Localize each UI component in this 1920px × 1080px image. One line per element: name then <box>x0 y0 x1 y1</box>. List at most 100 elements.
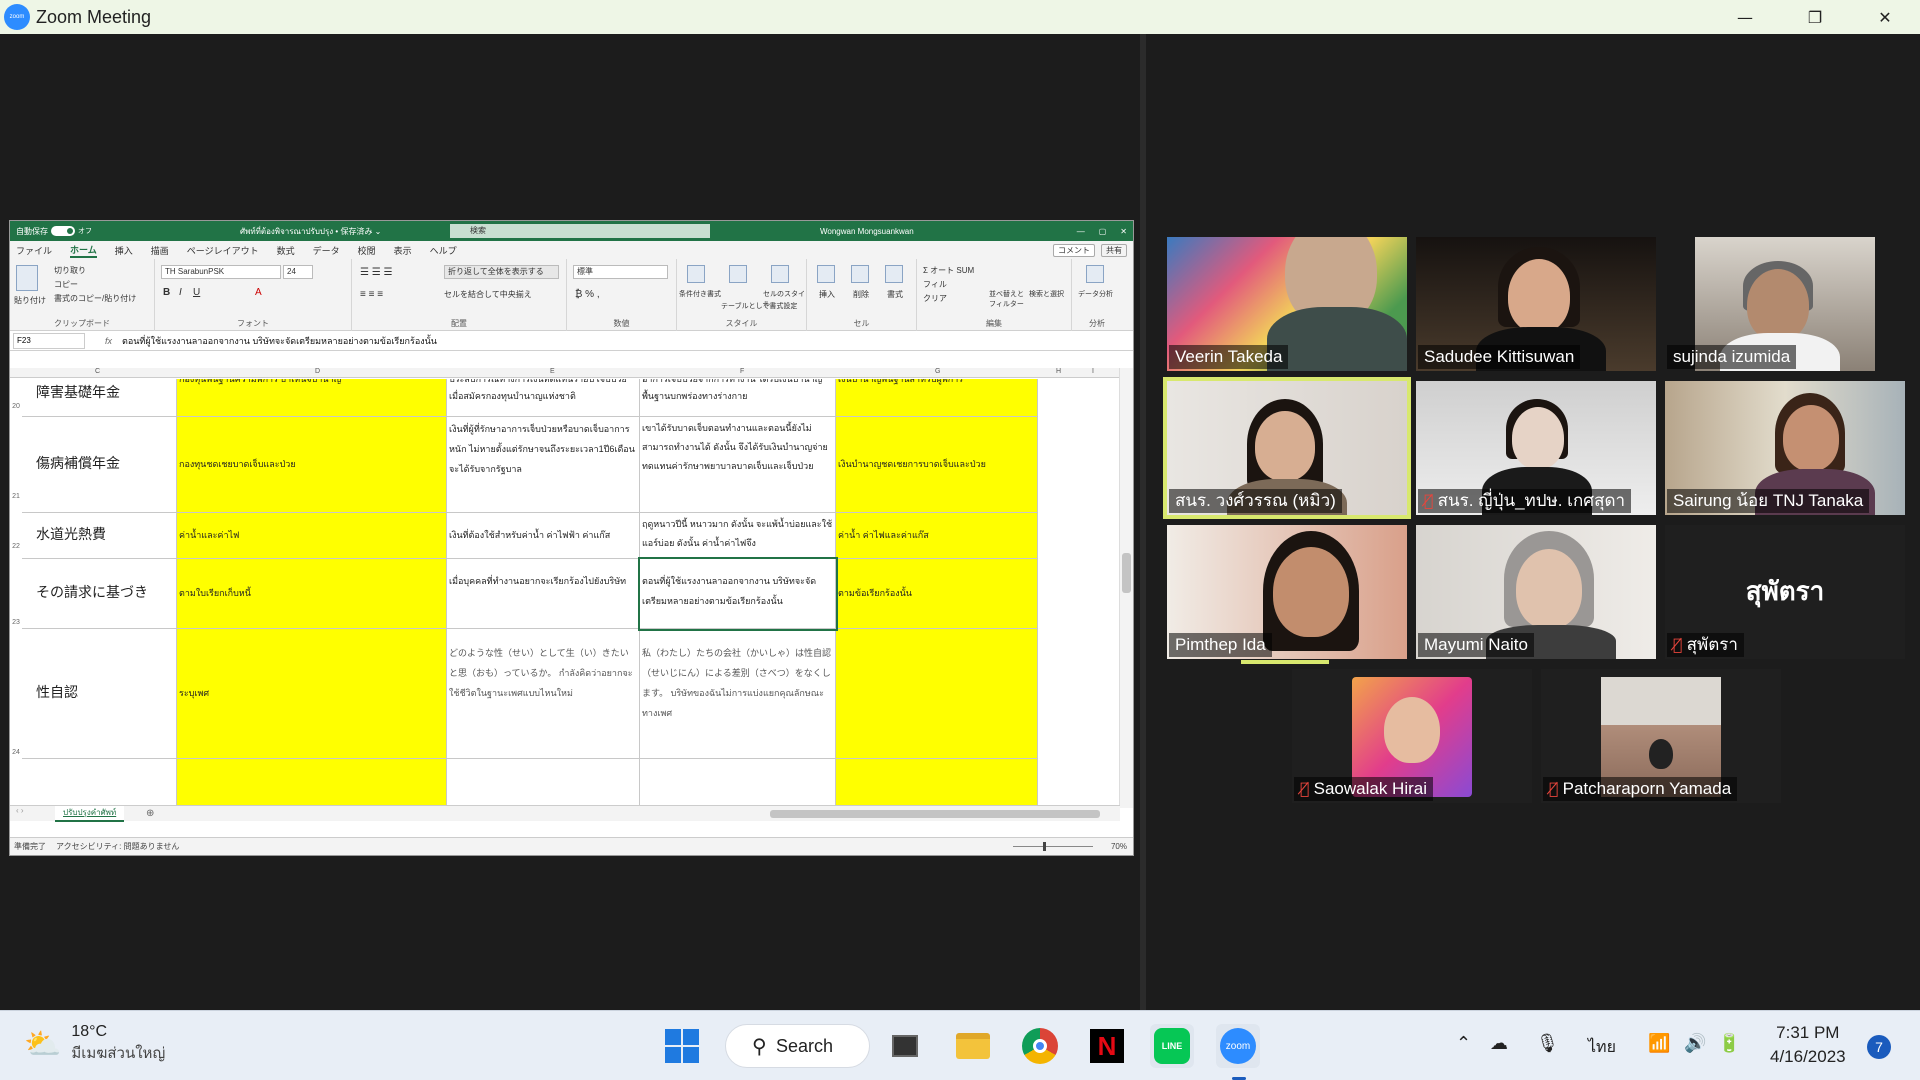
copy-button[interactable]: コピー <box>54 279 78 290</box>
selected-cell[interactable]: ตอนที่ผู้ใช้แรงงานลาออกจากงาน บริษัทจะจั… <box>638 557 838 631</box>
column-header-f[interactable]: F <box>740 368 744 375</box>
zoom-level[interactable]: 70% <box>1111 842 1127 851</box>
underline-icon[interactable]: U <box>193 287 200 298</box>
font-name-select[interactable]: TH SarabunPSK <box>161 265 281 279</box>
table-cell[interactable]: ตามใบเรียกเก็บหนี้ <box>177 559 447 629</box>
excel-close-icon[interactable]: ✕ <box>1120 227 1127 236</box>
table-cell[interactable]: เขาได้รับบาดเจ็บตอนทำงานและตอนนี้ยังไม่ส… <box>640 417 836 513</box>
sheet-tab[interactable]: ปรับปรุงคำศัพท์ <box>55 806 125 822</box>
font-size-select[interactable]: 24 <box>283 265 313 279</box>
row-number[interactable]: 21 <box>10 493 22 500</box>
table-cell[interactable]: ฤดูหนาวปีนี้ หนาวมาก ดังนั้น จะแพ้น้ำบ่อ… <box>640 513 836 559</box>
maximize-button[interactable]: ❐ <box>1780 0 1850 34</box>
table-cell[interactable]: どのような性（せい）として生（い）きたいと思（おも）っているか。 กำลังคิ… <box>447 629 640 759</box>
start-button[interactable] <box>660 1024 704 1068</box>
mic-muted-icon[interactable]: 🎙̸ <box>1673 633 1683 657</box>
taskbar-search[interactable]: ⚲ Search <box>725 1024 870 1068</box>
font-color-icon[interactable]: A <box>255 287 262 298</box>
name-box[interactable]: F23 <box>13 332 85 349</box>
find-select-button[interactable]: 検索と選択 <box>1029 289 1069 299</box>
share-button[interactable]: 共有 <box>1101 243 1127 257</box>
battery-icon[interactable]: 🔋 <box>1718 1033 1740 1054</box>
fx-icon[interactable]: fx <box>105 336 112 346</box>
scroll-thumb[interactable] <box>1122 553 1131 593</box>
table-cell[interactable]: ค่าน้ำ ค่าไฟและค่าแก๊ส <box>836 513 1038 559</box>
excel-filename[interactable]: ศัพท์ที่ต้องพิจารณาปรับปรุง • 保存済み ⌄ <box>240 225 381 238</box>
table-cell[interactable]: ตามข้อเรียกร้องนั้น <box>836 559 1038 629</box>
table-cell[interactable] <box>177 759 447 805</box>
task-view-icon[interactable] <box>883 1024 927 1068</box>
menu-home[interactable]: ホーム <box>70 243 97 258</box>
table-cell[interactable]: 水道光熱費 <box>22 513 177 559</box>
sort-filter-button[interactable]: 並べ替えとフィルター <box>989 289 1029 309</box>
vertical-scrollbar[interactable] <box>1119 368 1133 808</box>
zoom-taskbar-icon[interactable]: zoom <box>1216 1024 1260 1068</box>
participant-tile-speaking[interactable]: สนร. วงศ์วรรณ (หมิว) <box>1163 377 1411 519</box>
wifi-icon[interactable]: 📶 <box>1648 1033 1670 1054</box>
format-cells-icon[interactable] <box>885 265 903 283</box>
menu-insert[interactable]: 挿入 <box>115 244 133 257</box>
tab-nav-arrows-icon[interactable]: ‹ › <box>16 806 24 815</box>
taskbar-clock[interactable]: 7:31 PM 4/16/2023 <box>1770 1021 1846 1069</box>
weather-widget[interactable]: ⛅ 18°C มีเมฆส่วนใหญ่ <box>24 1023 165 1065</box>
table-cell[interactable]: 傷病補償年金 <box>22 417 177 513</box>
participant-tile[interactable]: Mayumi Naito <box>1416 525 1656 659</box>
show-hidden-icons-icon[interactable]: ⌃ <box>1456 1033 1471 1054</box>
menu-review[interactable]: 校閲 <box>358 244 376 257</box>
menu-page-layout[interactable]: ページレイアウト <box>187 244 259 257</box>
conditional-format-icon[interactable] <box>687 265 705 283</box>
paste-icon[interactable] <box>16 265 38 291</box>
row-number[interactable]: 23 <box>10 619 22 626</box>
wrap-text-button[interactable]: 折り返して全体を表示する <box>444 265 559 279</box>
menu-help[interactable]: ヘルプ <box>430 244 457 257</box>
table-cell[interactable]: 私（わたし）たちの会社（かいしゃ）は性自認（せいじにん）による差別（さべつ）をな… <box>640 629 836 759</box>
align-lines-icon[interactable]: ☰ ☰ ☰ <box>360 267 392 278</box>
excel-user-name[interactable]: Wongwan Mongsuankwan <box>820 227 914 236</box>
autosave-toggle[interactable]: 自動保存 オフ <box>16 226 92 237</box>
autosum-button[interactable]: Σ オート SUM <box>923 265 974 276</box>
participant-tile[interactable]: Sairung น้อย TNJ Tanaka <box>1665 381 1905 515</box>
table-cell[interactable]: 性自認 <box>22 629 177 759</box>
bold-icon[interactable]: B <box>163 287 170 298</box>
participant-tile[interactable]: Pimthep Ida <box>1167 525 1407 659</box>
table-format-icon[interactable] <box>729 265 747 283</box>
analyze-data-icon[interactable] <box>1086 265 1104 283</box>
participant-tile[interactable]: 🎙̸ Patcharaporn Yamada <box>1541 669 1781 803</box>
table-cell[interactable] <box>640 759 836 805</box>
onedrive-icon[interactable]: ☁ <box>1490 1033 1508 1054</box>
zoom-slider[interactable] <box>1013 842 1093 851</box>
fill-button[interactable]: フィル <box>923 279 947 290</box>
italic-icon[interactable]: I <box>179 287 182 298</box>
menu-draw[interactable]: 描画 <box>151 244 169 257</box>
row-number[interactable]: 20 <box>10 403 22 410</box>
chrome-icon[interactable] <box>1018 1024 1062 1068</box>
table-cell[interactable]: เงินบำนาญชดเชยการบาดเจ็บและป่วย <box>836 417 1038 513</box>
participant-tile-video-off[interactable]: สุพัตรา 🎙̸ สุพัตรา <box>1665 525 1905 659</box>
percent-icon[interactable]: ₿ % , <box>575 289 600 300</box>
mic-muted-icon[interactable]: 🎙̸ <box>1549 777 1559 801</box>
participant-tile[interactable]: 🎙̸ Saowalak Hirai <box>1292 669 1532 803</box>
status-accessibility[interactable]: アクセシビリティ: 問題ありません <box>56 841 179 852</box>
horizontal-scroll-thumb[interactable] <box>770 810 1100 818</box>
table-cell[interactable]: กองทุนพื้นฐานความพิการ บำเหน็จบำนาญ <box>177 379 447 417</box>
delete-cells-icon[interactable] <box>851 265 869 283</box>
excel-search-box[interactable]: 検索 <box>450 224 710 238</box>
table-cell[interactable]: เงินบำนาญพื้นฐานสำหรับผู้พิการ <box>836 379 1038 417</box>
column-header-d[interactable]: D <box>315 368 320 375</box>
language-indicator[interactable]: ไทย <box>1588 1035 1616 1060</box>
menu-data[interactable]: データ <box>313 244 340 257</box>
number-format-select[interactable]: 標準 <box>573 265 668 279</box>
excel-maximize-icon[interactable]: ▢ <box>1099 227 1107 236</box>
formula-input[interactable]: ตอนที่ผู้ใช้แรงงานลาออกจากงาน บริษัทจะจั… <box>122 334 437 348</box>
table-cell[interactable] <box>22 759 177 805</box>
merge-center-button[interactable]: セルを結合して中央揃え <box>444 289 532 300</box>
table-cell[interactable]: กองทุนชดเชยบาดเจ็บและป่วย <box>177 417 447 513</box>
cut-button[interactable]: 切り取り <box>54 265 86 276</box>
column-header-h[interactable]: H <box>1056 368 1061 375</box>
notification-badge[interactable]: 7 <box>1867 1035 1891 1059</box>
insert-cells-icon[interactable] <box>817 265 835 283</box>
table-cell[interactable]: อาการเจ็บป่วยจากการทำงาน ได้รับเงินบำนาญ… <box>640 379 836 417</box>
table-cell[interactable]: ประสบการณ์ทางการเงินทดแทนรายปี เจ็บป่วยเ… <box>447 379 640 417</box>
table-cell[interactable]: เงินที่ผู้ที่รักษาอาการเจ็บป่วยหรือบาดเจ… <box>447 417 640 513</box>
clear-button[interactable]: クリア <box>923 293 947 304</box>
